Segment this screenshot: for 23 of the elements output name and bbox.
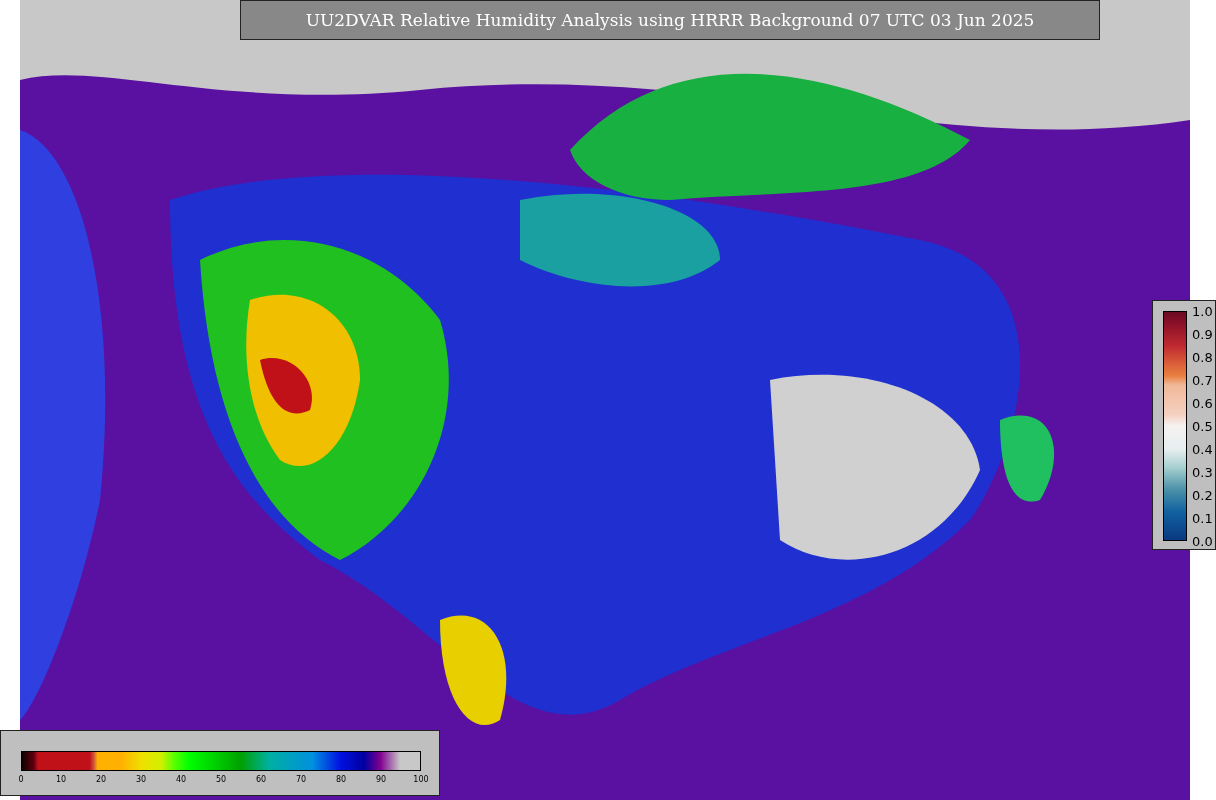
colorbar-tick-label: 50 xyxy=(215,775,227,784)
colorbar-tick-label: 100 xyxy=(413,775,429,784)
colorbar-tick-label: 1.0 xyxy=(1192,303,1213,319)
colorbar-tick-label: 80 xyxy=(335,775,347,784)
colorbar-tick-label: 0.8 xyxy=(1192,349,1213,365)
colorbar-tick-label: 0.4 xyxy=(1192,441,1213,457)
colorbar-tick-label: 0.3 xyxy=(1192,464,1213,480)
colorbar-tick-label: 0.7 xyxy=(1192,372,1213,388)
map-title: UU2DVAR Relative Humidity Analysis using HRRR Background 07 UTC 03 Jun 2025 xyxy=(240,0,1100,40)
colorbar-tick-label: 0.9 xyxy=(1192,326,1213,342)
colorbar-tick-label: 90 xyxy=(375,775,387,784)
colorbar-tick-label: 0.5 xyxy=(1192,418,1213,434)
colorbar-tick-label: 10 xyxy=(55,775,67,784)
colorbar-tick-label: 0.1 xyxy=(1192,510,1213,526)
colorbar-tick-label: 20 xyxy=(95,775,107,784)
colorbar-tick-label: 0.6 xyxy=(1192,395,1213,411)
colorbar-tick-label: 30 xyxy=(135,775,147,784)
colorbar-tick-label: 0.2 xyxy=(1192,487,1213,503)
colorbar-tick-label: 0 xyxy=(18,775,24,784)
colorbar-tick-label: 60 xyxy=(255,775,267,784)
colorbar-tick-label: 70 xyxy=(295,775,307,784)
colorbar-tick-label: 40 xyxy=(175,775,187,784)
colorbar-tick-label: 0.0 xyxy=(1192,533,1213,549)
